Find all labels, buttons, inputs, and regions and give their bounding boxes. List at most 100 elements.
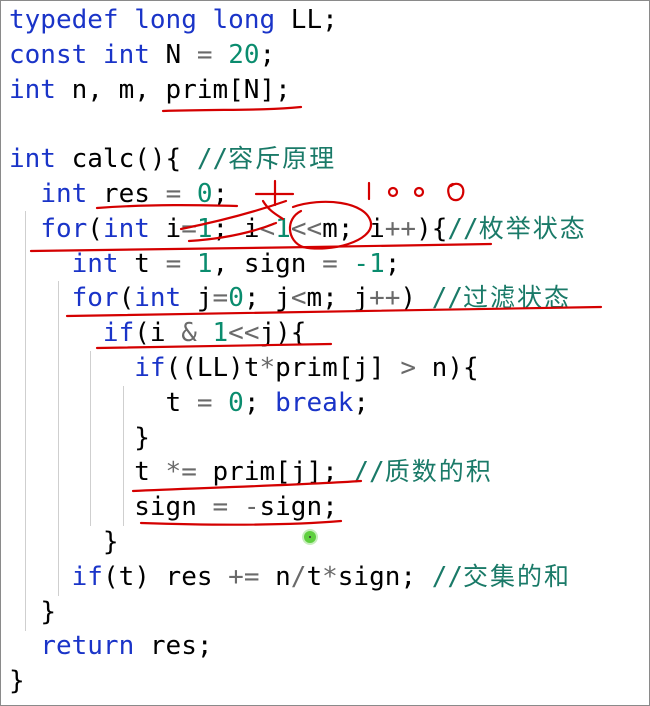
code-line: int n, m, prim[N]; xyxy=(9,73,649,108)
code-token: } xyxy=(102,526,119,557)
code-line: int res = 0; xyxy=(9,177,649,212)
code-keyword: int xyxy=(9,144,56,175)
code-operator: = xyxy=(212,492,229,523)
code-comment: // xyxy=(196,144,229,175)
code-line: if((LL)t*prim[j] > n){ xyxy=(9,351,649,386)
code-number: 0 xyxy=(196,178,213,209)
code-token: t xyxy=(306,561,323,592)
code-line: if(i & 1<<j){ xyxy=(9,316,649,351)
code-token: ; xyxy=(353,387,370,418)
code-operator: = xyxy=(165,178,182,209)
code-operator: << xyxy=(290,213,323,244)
code-token: n){ xyxy=(416,352,479,383)
code-token: sign xyxy=(134,492,213,523)
code-comment: // xyxy=(431,283,464,314)
code-keyword: int xyxy=(102,39,150,70)
code-line: t = 0; break; xyxy=(9,386,649,421)
code-line: int calc(){ //容斥原理 xyxy=(9,142,649,177)
code-token: ( xyxy=(118,283,135,314)
code-operator: << xyxy=(228,318,260,349)
code-token: ; xyxy=(243,387,276,418)
code-comment: // xyxy=(353,457,385,488)
code-line: } xyxy=(9,595,649,630)
code-comment: 交集的和 xyxy=(463,561,572,591)
code-token: ; xyxy=(259,39,276,70)
code-line: } xyxy=(9,525,649,560)
code-token: j xyxy=(181,283,213,314)
code-keyword: int xyxy=(134,283,182,314)
code-operator: = xyxy=(322,248,338,279)
code-operator: & xyxy=(181,318,197,349)
code-keyword: const xyxy=(9,39,88,70)
code-operator: = xyxy=(196,387,213,418)
code-comment: 容斥原理 xyxy=(228,144,337,174)
code-line: for(int j=0; j<m; j++) //过滤状态 xyxy=(9,281,649,316)
code-token: prim[j]; xyxy=(196,457,354,488)
code-token: i xyxy=(149,213,182,244)
code-token: prim[j] xyxy=(275,352,401,383)
code-screenshot: typedef long long LL; const int N = 20; in… xyxy=(0,0,650,706)
code-line: t *= prim[j]; //质数的积 xyxy=(9,455,649,490)
code-number: 0 xyxy=(228,283,244,314)
code-token: ( xyxy=(87,213,103,244)
code-keyword: long xyxy=(212,5,276,35)
code-token: m; j xyxy=(306,283,370,314)
code-operator: = xyxy=(196,39,213,70)
code-keyword: int xyxy=(71,248,119,279)
code-token: n, m, prim[N]; xyxy=(55,74,291,105)
code-keyword: typedef xyxy=(9,5,119,35)
code-line: } xyxy=(9,664,649,699)
code-token: t xyxy=(134,457,166,488)
code-block: typedef long long LL; const int N = 20; in… xyxy=(9,3,649,699)
code-line: typedef long long LL; xyxy=(9,3,649,38)
code-keyword: int xyxy=(9,74,56,105)
code-line: for(int i=1; i<1<<m; i++){//枚举状态 xyxy=(9,212,649,247)
code-token: t xyxy=(165,387,197,418)
code-token: } xyxy=(40,596,56,627)
code-operator: * xyxy=(322,561,338,592)
code-keyword: long xyxy=(134,5,197,35)
code-number: 1 xyxy=(212,318,229,349)
code-token: ; xyxy=(384,248,401,279)
code-number: -1 xyxy=(353,248,385,279)
code-keyword: for xyxy=(71,283,119,314)
code-token: res xyxy=(87,178,166,209)
mouse-cursor-highlight xyxy=(304,531,316,543)
code-operator: += xyxy=(228,561,260,592)
code-operator: ++ xyxy=(384,213,417,244)
code-line: sign = -sign; xyxy=(9,490,649,525)
code-keyword: for xyxy=(40,213,88,244)
code-token: n xyxy=(259,561,291,592)
code-operator: / xyxy=(290,561,307,592)
code-operator: *= xyxy=(165,457,197,488)
code-keyword: int xyxy=(102,213,150,244)
code-token: ) xyxy=(400,283,432,314)
code-token: LL; xyxy=(275,5,338,35)
code-token: sign; xyxy=(337,561,432,592)
code-keyword: if xyxy=(102,318,135,349)
code-token: ){ xyxy=(416,213,448,244)
code-token: m; i xyxy=(322,213,385,244)
code-operator: < xyxy=(259,213,276,244)
code-token: N xyxy=(149,39,197,70)
code-line: return res; xyxy=(9,629,649,664)
